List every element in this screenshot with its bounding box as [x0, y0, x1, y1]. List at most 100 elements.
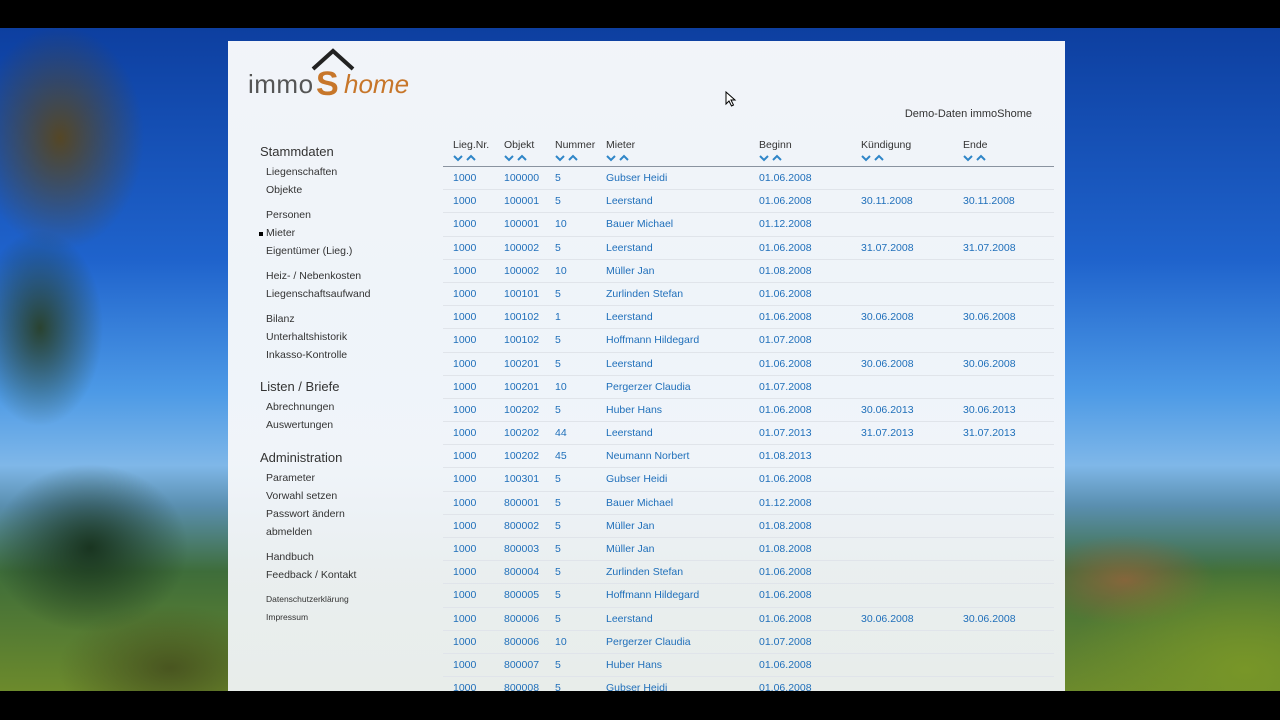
table-cell[interactable]: 30.06.2008 [861, 613, 914, 625]
table-row[interactable]: 1000 100201 10 Pergerzer Claudia 01.07.2008 [443, 376, 1054, 399]
table-row[interactable]: 1000 800006 5 Leerstand 01.06.2008 30.06.2008… [443, 608, 1054, 631]
table-cell[interactable]: Zurlinden Stefan [606, 288, 683, 300]
table-cell[interactable]: 1000 [453, 404, 476, 416]
table-cell[interactable]: 100002 [504, 265, 539, 277]
table-cell[interactable]: 1000 [453, 543, 476, 555]
sidebar-item-inkasso-kontrolle[interactable]: Inkasso-Kontrolle [266, 349, 347, 361]
table-cell[interactable]: Pergerzer Claudia [606, 636, 691, 648]
table-cell[interactable]: Huber Hans [606, 659, 662, 671]
sort-descending-icon[interactable] [555, 155, 565, 162]
table-cell[interactable]: 1000 [453, 497, 476, 509]
table-cell[interactable]: Hoffmann Hildegard [606, 334, 699, 346]
sort-descending-icon[interactable] [861, 155, 871, 162]
sidebar-item-passwort-ändern[interactable]: Passwort ändern [266, 508, 345, 520]
sort-ascending-icon[interactable] [874, 154, 884, 161]
table-cell[interactable]: 31.07.2008 [861, 242, 914, 254]
sidebar-item-impressum[interactable]: Impressum [266, 612, 308, 622]
table-cell[interactable]: 01.06.2008 [759, 613, 812, 625]
sort-ascending-icon[interactable] [976, 154, 986, 161]
table-cell[interactable]: 30.06.2008 [963, 311, 1016, 323]
table-cell[interactable]: 1 [555, 311, 561, 323]
table-cell[interactable]: 100000 [504, 172, 539, 184]
table-cell[interactable]: 5 [555, 334, 561, 346]
table-cell[interactable]: 1000 [453, 613, 476, 625]
table-cell[interactable]: 1000 [453, 311, 476, 323]
table-cell[interactable]: 10 [555, 265, 567, 277]
table-cell[interactable]: 01.06.2008 [759, 589, 812, 601]
sort-descending-icon[interactable] [759, 155, 769, 162]
table-cell[interactable]: Müller Jan [606, 520, 654, 532]
table-cell[interactable]: 5 [555, 613, 561, 625]
table-row[interactable]: 1000 100201 5 Leerstand 01.06.2008 30.06.2008… [443, 353, 1054, 376]
table-cell[interactable]: 1000 [453, 566, 476, 578]
table-cell[interactable]: 01.06.2008 [759, 404, 812, 416]
table-cell[interactable]: 1000 [453, 636, 476, 648]
table-cell[interactable]: 01.06.2008 [759, 473, 812, 485]
table-cell[interactable]: 30.06.2008 [963, 358, 1016, 370]
table-cell[interactable]: 800001 [504, 497, 539, 509]
table-cell[interactable]: Gubser Heidi [606, 172, 667, 184]
table-row[interactable]: 1000 800001 5 Bauer Michael 01.12.2008 [443, 492, 1054, 515]
table-cell[interactable]: 5 [555, 473, 561, 485]
table-cell[interactable]: 1000 [453, 265, 476, 277]
table-row[interactable]: 1000 100002 5 Leerstand 01.06.2008 31.07.2008… [443, 237, 1054, 260]
table-cell[interactable]: 1000 [453, 358, 476, 370]
table-cell[interactable]: 1000 [453, 659, 476, 671]
table-cell[interactable]: Müller Jan [606, 265, 654, 277]
table-cell[interactable]: 5 [555, 589, 561, 601]
table-row[interactable]: 1000 100102 1 Leerstand 01.06.2008 30.06.2008… [443, 306, 1054, 330]
table-cell[interactable]: Leerstand [606, 613, 653, 625]
sidebar-item-unterhaltshistorik[interactable]: Unterhaltshistorik [266, 331, 347, 343]
table-cell[interactable]: 100102 [504, 334, 539, 346]
table-cell[interactable]: 30.06.2008 [861, 358, 914, 370]
table-cell[interactable]: Leerstand [606, 427, 653, 439]
table-cell[interactable]: 1000 [453, 589, 476, 601]
table-cell[interactable]: 100202 [504, 427, 539, 439]
table-cell[interactable]: 10 [555, 636, 567, 648]
table-cell[interactable]: 100201 [504, 381, 539, 393]
table-cell[interactable]: 5 [555, 358, 561, 370]
sidebar-item-abmelden[interactable]: abmelden [266, 526, 312, 538]
sidebar-item-mieter[interactable]: Mieter [258, 227, 295, 239]
table-cell[interactable]: 10 [555, 381, 567, 393]
table-cell[interactable]: 1000 [453, 381, 476, 393]
table-cell[interactable]: 100001 [504, 218, 539, 230]
table-cell[interactable]: 01.07.2008 [759, 636, 812, 648]
table-cell[interactable]: 30.06.2008 [963, 613, 1016, 625]
table-cell[interactable]: 01.12.2008 [759, 218, 812, 230]
table-cell[interactable]: 01.06.2008 [759, 659, 812, 671]
table-cell[interactable]: 5 [555, 404, 561, 416]
table-cell[interactable]: 01.07.2013 [759, 427, 812, 439]
table-cell[interactable]: 5 [555, 497, 561, 509]
table-cell[interactable]: 01.08.2008 [759, 543, 812, 555]
table-cell[interactable]: 30.06.2013 [861, 404, 914, 416]
table-row[interactable]: 1000 800006 10 Pergerzer Claudia 01.07.2008 [443, 631, 1054, 654]
table-row[interactable]: 1000 100102 5 Hoffmann Hildegard 01.07.2008 [443, 329, 1054, 353]
table-cell[interactable]: 100201 [504, 358, 539, 370]
table-cell[interactable]: 1000 [453, 218, 476, 230]
sort-descending-icon[interactable] [453, 155, 463, 162]
table-cell[interactable]: 1000 [453, 334, 476, 346]
table-cell[interactable]: 800007 [504, 659, 539, 671]
table-cell[interactable]: 5 [555, 659, 561, 671]
table-cell[interactable]: 30.11.2008 [963, 195, 1015, 207]
sidebar-item-personen[interactable]: Personen [266, 209, 311, 221]
table-cell[interactable]: 100001 [504, 195, 539, 207]
table-cell[interactable]: 30.11.2008 [861, 195, 913, 207]
table-cell[interactable]: Leerstand [606, 195, 653, 207]
table-cell[interactable]: Müller Jan [606, 543, 654, 555]
table-row[interactable]: 1000 100002 10 Müller Jan 01.08.2008 [443, 260, 1054, 283]
table-cell[interactable]: 800002 [504, 520, 539, 532]
table-row[interactable]: 1000 100001 5 Leerstand 01.06.2008 30.11.2008… [443, 190, 1054, 214]
table-cell[interactable]: 800004 [504, 566, 539, 578]
table-row[interactable]: 1000 800005 5 Hoffmann Hildegard 01.06.2008 [443, 584, 1054, 608]
table-cell[interactable]: 5 [555, 172, 561, 184]
table-cell[interactable]: Leerstand [606, 358, 653, 370]
table-cell[interactable]: Leerstand [606, 242, 653, 254]
sort-ascending-icon[interactable] [517, 154, 527, 161]
sidebar-item-datenschutzerklärung[interactable]: Datenschutzerklärung [266, 594, 349, 604]
table-cell[interactable]: Gubser Heidi [606, 473, 667, 485]
table-cell[interactable]: 31.07.2013 [963, 427, 1016, 439]
table-cell[interactable]: 44 [555, 427, 567, 439]
table-cell[interactable]: 5 [555, 195, 561, 207]
